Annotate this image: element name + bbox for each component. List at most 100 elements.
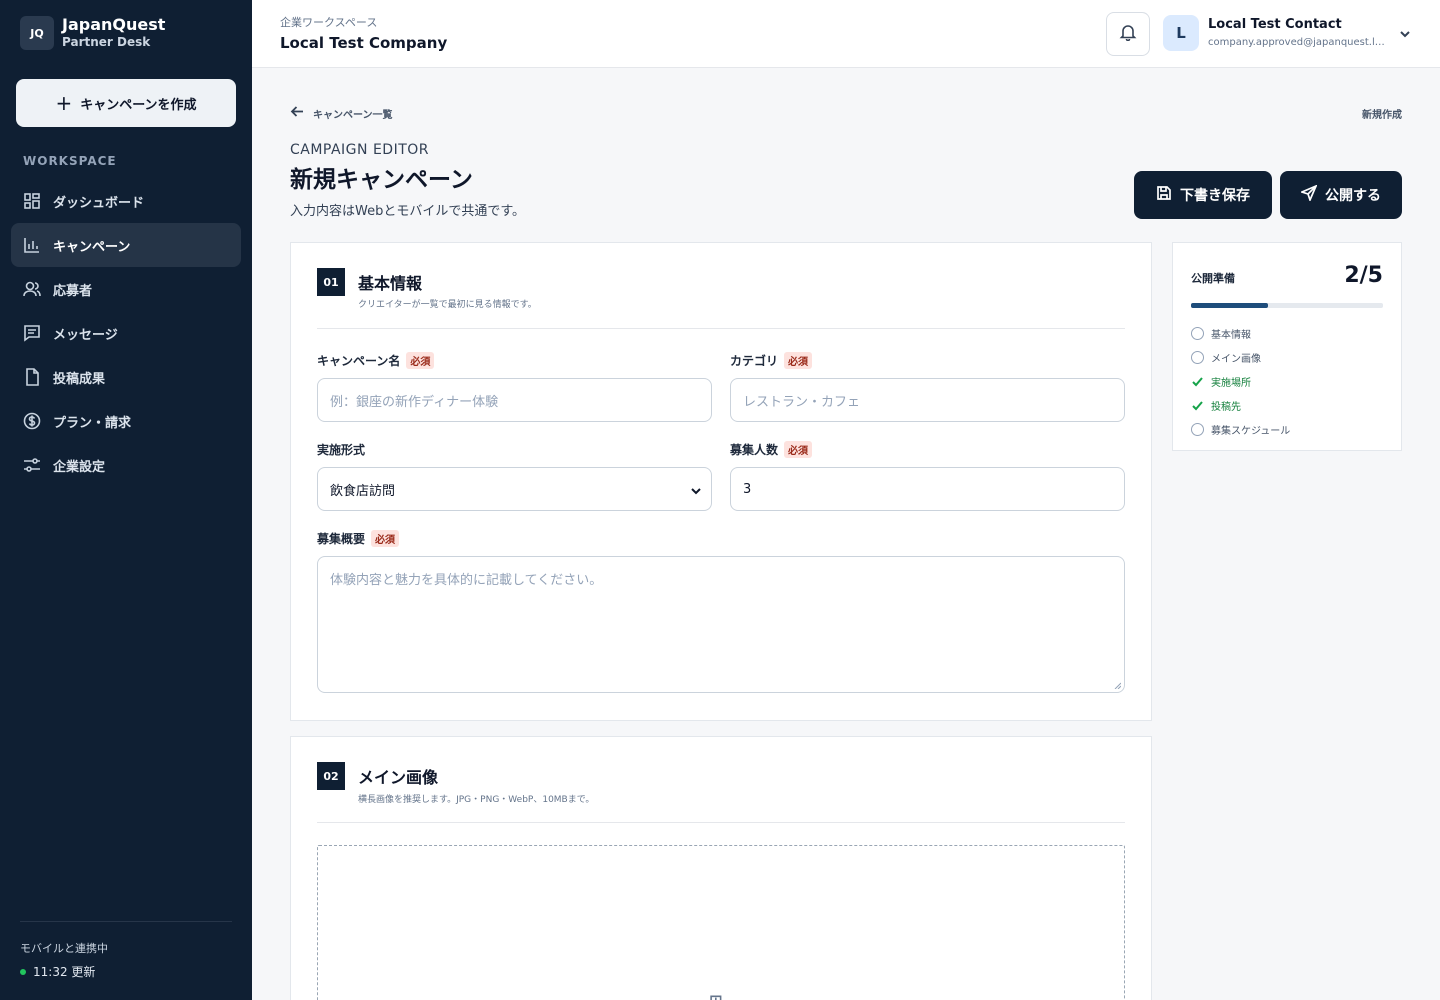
- required-badge: 必須: [784, 441, 813, 458]
- format-select[interactable]: 飲食店訪問: [317, 467, 712, 511]
- field-label-text: 実施形式: [317, 443, 366, 457]
- checklist-item[interactable]: 基本情報: [1191, 321, 1383, 345]
- user-email: company.approved@japanquest.local: [1208, 37, 1388, 48]
- category-input[interactable]: レストラン・カフェ: [730, 378, 1125, 422]
- sidebar-item-dashboard[interactable]: ダッシュボード: [11, 179, 241, 223]
- checklist-item[interactable]: メイン画像: [1191, 345, 1383, 369]
- page-subtitle: 入力内容はWebとモバイルで共通です。: [290, 204, 526, 219]
- field-label-text: 募集概要: [317, 532, 366, 546]
- recruit-count-input[interactable]: 3: [730, 467, 1125, 511]
- checklist-count: 2/5: [1344, 263, 1383, 288]
- sidebar-item-messages[interactable]: メッセージ: [11, 311, 241, 355]
- save-draft-button[interactable]: 下書き保存: [1134, 171, 1272, 219]
- field-label-text: 募集人数: [730, 443, 779, 457]
- check-icon: [1191, 375, 1204, 388]
- save-icon: [1156, 185, 1172, 205]
- resize-grip-icon[interactable]: [1113, 681, 1121, 689]
- category-label: カテゴリ 必須: [730, 352, 813, 369]
- page-title: 新規キャンペーン: [290, 167, 473, 193]
- sync-time: 11:32 更新: [20, 963, 95, 980]
- sidebar-item-label: キャンペーン: [53, 239, 131, 255]
- sidebar: JQ JapanQuest Partner Desk + キャンペーンを作成 W…: [0, 0, 252, 1000]
- save-draft-label: 下書き保存: [1180, 188, 1250, 204]
- circle-icon: [1191, 422, 1204, 436]
- section-description: 横長画像を推奨します。JPG・PNG・WebP、10MBまで。: [358, 795, 595, 805]
- arrow-left-icon: [290, 104, 305, 122]
- checklist-item[interactable]: 投稿先: [1191, 393, 1383, 417]
- image-dropzone[interactable]: ⊞: [317, 845, 1125, 1000]
- settings-icon: [23, 456, 41, 474]
- notifications-button[interactable]: [1106, 12, 1150, 56]
- checklist-item-label: 実施場所: [1211, 377, 1251, 389]
- section-divider: [317, 822, 1125, 823]
- dashboard-icon: [23, 192, 41, 210]
- sidebar-item-label: 応募者: [53, 283, 93, 299]
- summary-label: 募集概要 必須: [317, 530, 400, 547]
- sync-time-text: 11:32 更新: [33, 965, 96, 979]
- check-icon: [1191, 399, 1204, 412]
- user-name[interactable]: Local Test Contact: [1208, 17, 1342, 32]
- circle-icon: [1191, 326, 1204, 340]
- brand[interactable]: JQ JapanQuest Partner Desk: [20, 16, 165, 50]
- sidebar-nav: ダッシュボード キャンペーン 応募者 メッセージ 投稿成果 プラン・請求 企業設…: [11, 179, 241, 487]
- sidebar-item-billing[interactable]: プラン・請求: [11, 399, 241, 443]
- checklist-item[interactable]: 実施場所: [1191, 369, 1383, 393]
- message-icon: [23, 324, 41, 342]
- publish-checklist: 公開準備 2/5 基本情報メイン画像実施場所投稿先募集スケジュール: [1172, 242, 1402, 451]
- format-label: 実施形式: [317, 441, 365, 458]
- required-badge: 必須: [406, 352, 435, 369]
- top-bar: 企業ワークスペース Local Test Company L Local Tes…: [252, 0, 1440, 68]
- checklist-item-label: 投稿先: [1211, 401, 1241, 413]
- brand-subtitle: Partner Desk: [62, 35, 151, 49]
- summary-textarea[interactable]: 体験内容と魅力を具体的に記載してください。: [317, 556, 1125, 693]
- checklist-title: 公開準備: [1191, 272, 1235, 285]
- sidebar-item-company-settings[interactable]: 企業設定: [11, 443, 241, 487]
- sidebar-item-applicants[interactable]: 応募者: [11, 267, 241, 311]
- publish-button[interactable]: 公開する: [1280, 171, 1402, 219]
- create-campaign-label: キャンペーンを作成: [80, 97, 197, 113]
- checklist-progress-bar: [1191, 303, 1383, 308]
- sidebar-item-label: 投稿成果: [53, 371, 106, 387]
- section-number: 01: [317, 268, 345, 296]
- required-badge: 必須: [371, 530, 400, 547]
- back-to-campaigns-link[interactable]: キャンペーン一覧: [290, 104, 393, 122]
- main-image-section: 02 メイン画像 横長画像を推奨します。JPG・PNG・WebP、10MBまで。…: [290, 736, 1152, 1000]
- send-icon: [1299, 184, 1318, 205]
- field-label-text: キャンペーン名: [317, 354, 401, 368]
- summary-placeholder: 体験内容と魅力を具体的に記載してください。: [330, 573, 603, 588]
- format-select-value: 飲食店訪問: [330, 483, 396, 499]
- checklist-items: 基本情報メイン画像実施場所投稿先募集スケジュール: [1191, 321, 1383, 441]
- section-number: 02: [317, 762, 345, 790]
- required-badge: 必須: [784, 352, 813, 369]
- basic-info-section: 01 基本情報 クリエイターが一覧で最初に見る情報です。 キャンペーン名 必須 …: [290, 242, 1152, 721]
- checklist-item[interactable]: 募集スケジュール: [1191, 417, 1383, 441]
- create-campaign-button[interactable]: + キャンペーンを作成: [16, 79, 236, 127]
- field-label-text: カテゴリ: [730, 354, 779, 368]
- online-status-dot: [20, 968, 26, 975]
- company-name: Local Test Company: [280, 34, 448, 52]
- avatar[interactable]: L: [1163, 15, 1199, 51]
- section-title: メイン画像: [358, 768, 439, 787]
- image-upload-icon: ⊞: [709, 991, 735, 1000]
- sidebar-item-label: ダッシュボード: [53, 195, 145, 211]
- sidebar-item-results[interactable]: 投稿成果: [11, 355, 241, 399]
- checklist-item-label: 基本情報: [1211, 329, 1251, 341]
- plus-icon: +: [55, 91, 73, 115]
- chevron-down-icon[interactable]: [1398, 26, 1412, 40]
- chevron-down-icon: [691, 485, 701, 495]
- sync-status-label: モバイルと連携中: [20, 942, 108, 955]
- sidebar-item-campaigns[interactable]: キャンペーン: [11, 223, 241, 267]
- page-status: 新規作成: [1362, 110, 1402, 121]
- page-eyebrow: CAMPAIGN EDITOR: [290, 142, 430, 158]
- workspace-section-label: WORKSPACE: [23, 154, 117, 168]
- circle-icon: [1191, 350, 1204, 364]
- sidebar-item-label: 企業設定: [53, 459, 106, 475]
- checklist-item-label: メイン画像: [1211, 353, 1261, 365]
- brand-logo: JQ: [20, 16, 54, 50]
- campaign-name-input[interactable]: 例：銀座の新作ディナー体験: [317, 378, 712, 422]
- bell-icon: [1119, 23, 1137, 45]
- checklist-item-label: 募集スケジュール: [1211, 425, 1291, 437]
- section-description: クリエイターが一覧で最初に見る情報です。: [358, 300, 537, 310]
- workspace-label: 企業ワークスペース: [280, 16, 378, 29]
- bar-chart-icon: [23, 236, 41, 254]
